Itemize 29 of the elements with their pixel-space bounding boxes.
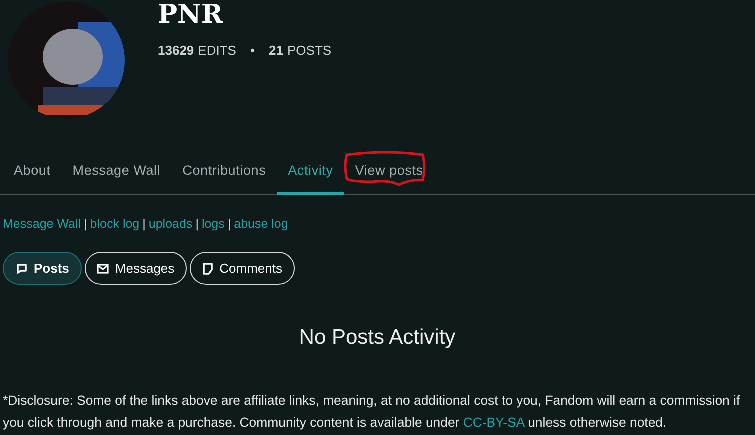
tool-link[interactable]: uploads xyxy=(148,215,193,234)
empty-state-message: No Posts Activity xyxy=(298,325,457,351)
filter-pill[interactable]: Comments xyxy=(190,252,295,285)
speech-bubble-icon xyxy=(16,262,28,274)
link-separator: | xyxy=(142,216,146,234)
link-separator: | xyxy=(84,216,88,234)
stat-value: 21 xyxy=(269,42,284,60)
profile-tab[interactable]: Message Wall xyxy=(62,155,172,196)
filter-pill[interactable]: Messages xyxy=(85,252,187,285)
tool-link[interactable]: logs xyxy=(202,215,225,234)
license-link[interactable]: CC-BY-SA xyxy=(463,414,524,430)
link-separator: | xyxy=(228,216,232,234)
note-icon xyxy=(202,262,214,274)
stat-value: 13629 xyxy=(158,42,194,60)
stat-label: EDITS xyxy=(198,42,236,60)
disclosure-text: *Disclosure: Some of the links above are affiliate links, meaning, at no additional cost to you, Fandom will earn a commission if you click through and make a purchase. Community content is available under CC-BY-SA unless otherwise noted. xyxy=(2,392,742,432)
tool-link[interactable]: Message Wall xyxy=(3,215,82,234)
profile-tab[interactable]: About xyxy=(3,155,62,196)
profile-tab[interactable]: View posts xyxy=(344,155,434,196)
separator-dot: • xyxy=(249,42,256,60)
link-separator: | xyxy=(196,216,199,234)
username: PNR xyxy=(158,2,224,28)
tool-link[interactable]: abuse log xyxy=(234,215,288,234)
profile-tab[interactable]: Activity xyxy=(277,155,344,196)
envelope-icon xyxy=(97,262,110,274)
tool-link[interactable]: block log xyxy=(90,215,140,234)
stat-label: POSTS xyxy=(287,42,332,60)
profile-tab[interactable]: Contributions xyxy=(172,155,278,196)
filter-pill[interactable]: Posts xyxy=(3,252,82,285)
